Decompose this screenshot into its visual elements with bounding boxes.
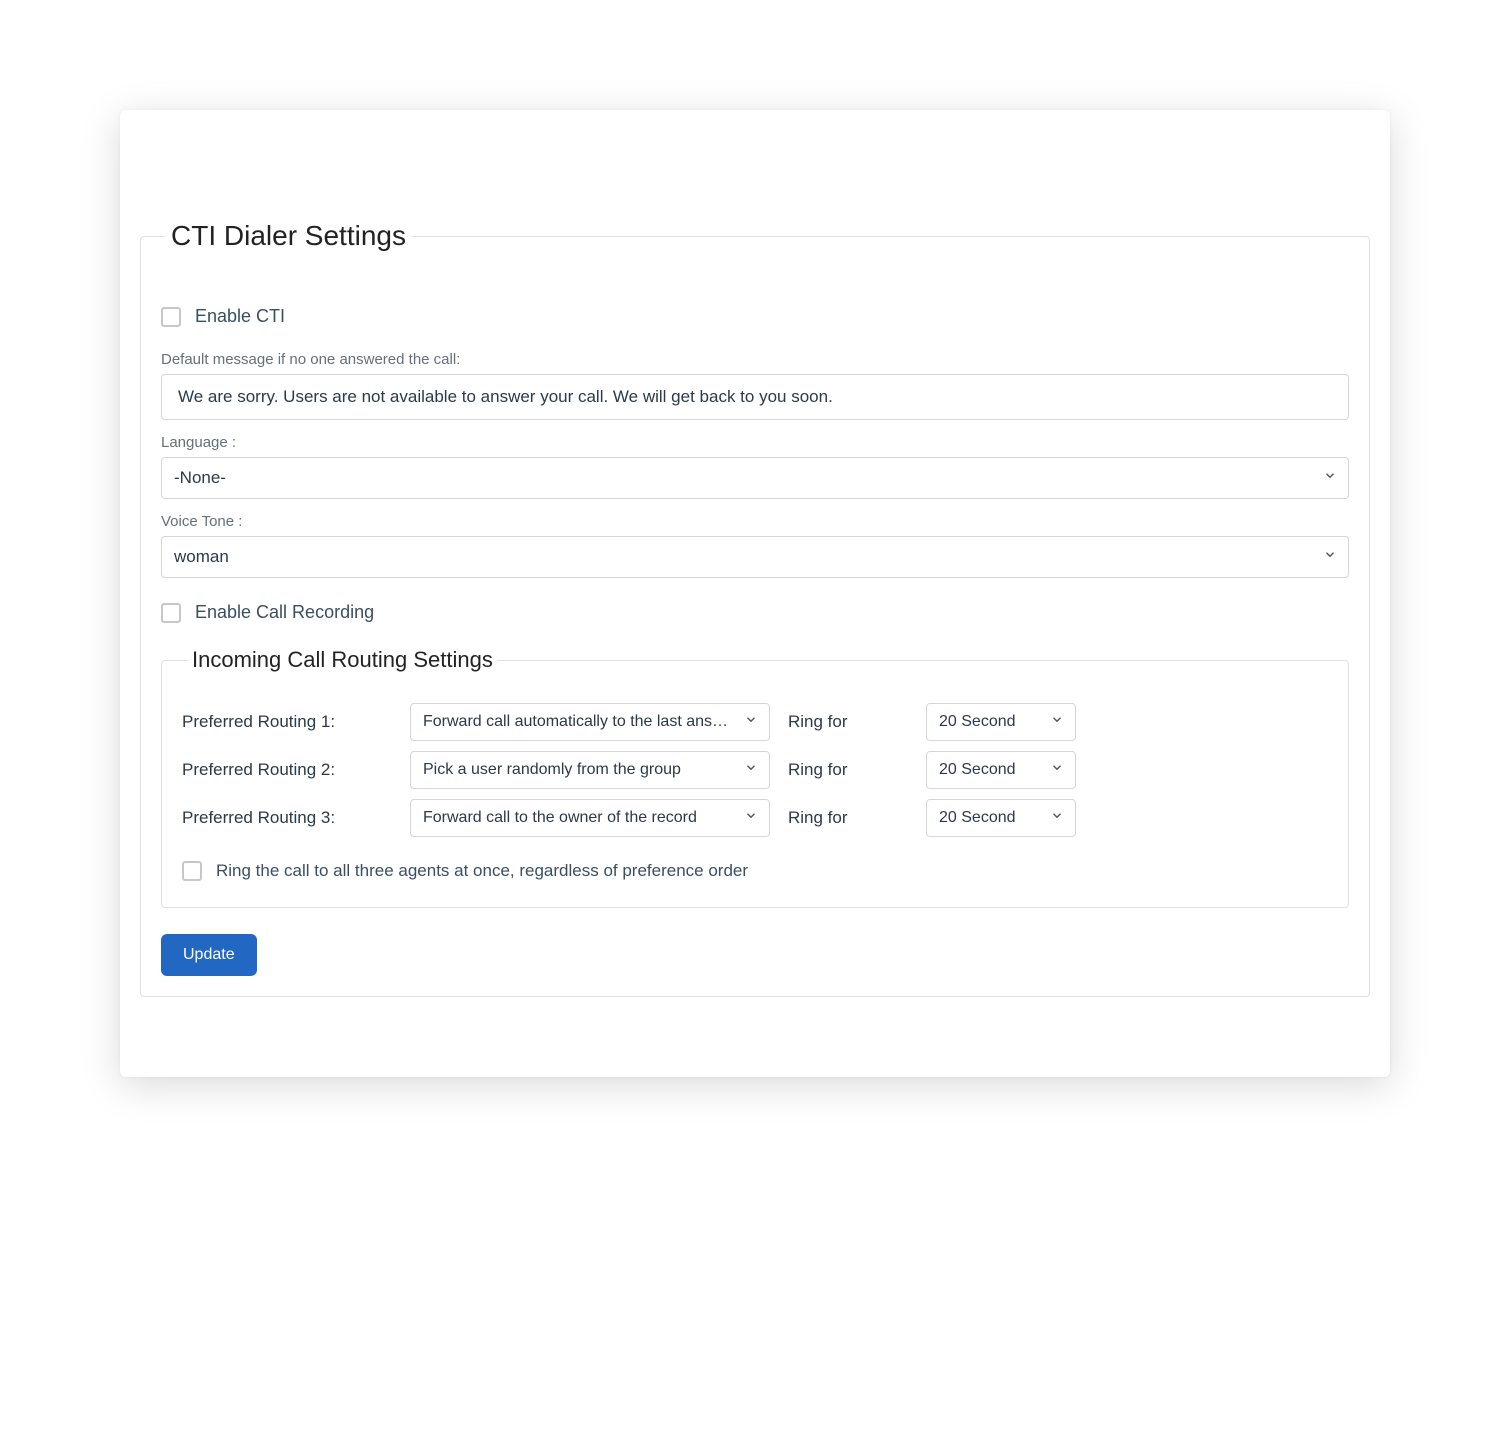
ring-for-2-select-wrap: 20 Second xyxy=(926,751,1076,789)
language-select[interactable]: -None- xyxy=(161,457,1349,499)
routing-legend: Incoming Call Routing Settings xyxy=(188,647,497,673)
ring-all-label: Ring the call to all three agents at onc… xyxy=(216,861,748,881)
routing-3-select[interactable]: Forward call to the owner of the record xyxy=(410,799,770,837)
enable-recording-label: Enable Call Recording xyxy=(195,602,374,623)
ring-for-1-select-wrap: 20 Second xyxy=(926,703,1076,741)
ring-for-2-select[interactable]: 20 Second xyxy=(926,751,1076,789)
routing-3-label: Preferred Routing 3: xyxy=(182,808,392,828)
ring-for-2-label: Ring for xyxy=(788,760,908,780)
enable-recording-checkbox[interactable] xyxy=(161,603,181,623)
update-button[interactable]: Update xyxy=(161,934,257,976)
routing-row-1: Preferred Routing 1: Forward call automa… xyxy=(182,703,1328,741)
ring-all-checkbox[interactable] xyxy=(182,861,202,881)
enable-cti-label: Enable CTI xyxy=(195,306,285,327)
settings-card: CTI Dialer Settings Enable CTI Default m… xyxy=(120,110,1390,1077)
routing-row-2: Preferred Routing 2: Pick a user randoml… xyxy=(182,751,1328,789)
enable-cti-checkbox[interactable] xyxy=(161,307,181,327)
language-select-wrap: -None- xyxy=(161,457,1349,499)
enable-cti-row: Enable CTI xyxy=(161,306,1349,327)
routing-row-3: Preferred Routing 3: Forward call to the… xyxy=(182,799,1328,837)
routing-2-select-wrap: Pick a user randomly from the group xyxy=(410,751,770,789)
routing-2-label: Preferred Routing 2: xyxy=(182,760,392,780)
ring-for-3-select-wrap: 20 Second xyxy=(926,799,1076,837)
cti-dialer-legend: CTI Dialer Settings xyxy=(165,220,412,252)
ring-for-3-select[interactable]: 20 Second xyxy=(926,799,1076,837)
routing-1-label: Preferred Routing 1: xyxy=(182,712,392,732)
default-message-label: Default message if no one answered the c… xyxy=(161,351,1349,368)
default-message-input[interactable] xyxy=(161,374,1349,420)
ring-for-3-label: Ring for xyxy=(788,808,908,828)
ring-all-row: Ring the call to all three agents at onc… xyxy=(182,861,1328,881)
routing-3-select-wrap: Forward call to the owner of the record xyxy=(410,799,770,837)
voice-tone-label: Voice Tone : xyxy=(161,513,1349,530)
ring-for-1-select[interactable]: 20 Second xyxy=(926,703,1076,741)
ring-for-1-label: Ring for xyxy=(788,712,908,732)
cti-dialer-fieldset: CTI Dialer Settings Enable CTI Default m… xyxy=(140,220,1370,997)
routing-1-select[interactable]: Forward call automatically to the last a… xyxy=(410,703,770,741)
routing-2-select[interactable]: Pick a user randomly from the group xyxy=(410,751,770,789)
routing-1-select-wrap: Forward call automatically to the last a… xyxy=(410,703,770,741)
enable-recording-row: Enable Call Recording xyxy=(161,602,1349,623)
voice-tone-select-wrap: woman xyxy=(161,536,1349,578)
language-label: Language : xyxy=(161,434,1349,451)
routing-fieldset: Incoming Call Routing Settings Preferred… xyxy=(161,647,1349,908)
voice-tone-select[interactable]: woman xyxy=(161,536,1349,578)
